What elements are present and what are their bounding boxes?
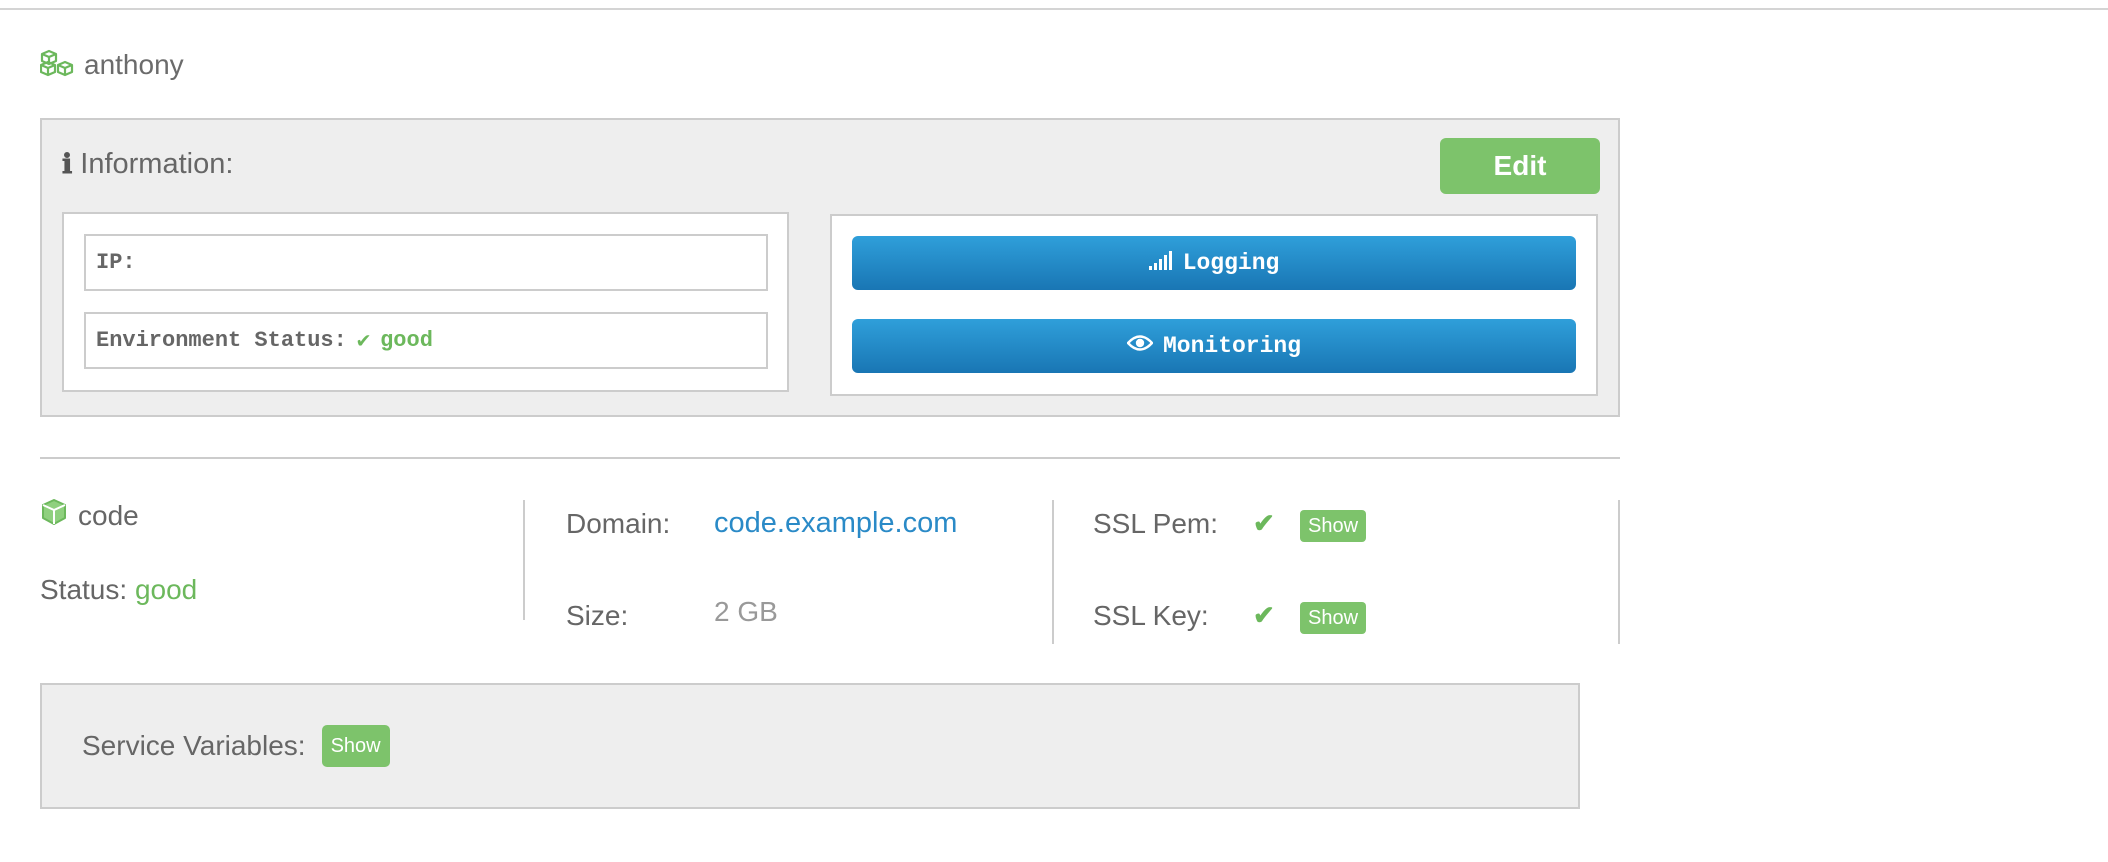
- size-value: 2 GB: [714, 596, 778, 627]
- environment-name: anthony: [84, 49, 184, 80]
- environment-header: anthony: [39, 48, 184, 82]
- column-divider: [523, 500, 525, 620]
- eye-icon: [1126, 333, 1154, 359]
- info-actions-box: Logging Monitoring: [830, 214, 1598, 396]
- size-label: Size:: [566, 600, 629, 631]
- column-divider: [1052, 500, 1054, 644]
- service-name: code: [78, 499, 139, 531]
- service-status-label: Status:: [40, 574, 128, 605]
- ssl-pem-show-button[interactable]: Show: [1300, 510, 1367, 542]
- ssl-key-show-button[interactable]: Show: [1300, 602, 1367, 634]
- service-variables-panel: Service Variables: Show: [40, 683, 1580, 809]
- service-status: Status: good: [40, 574, 197, 606]
- logging-label: Logging: [1182, 250, 1280, 276]
- domain-label: Domain:: [566, 508, 671, 539]
- ip-field: IP:: [84, 234, 768, 291]
- service-variables-label: Service Variables:: [82, 730, 306, 761]
- environment-status-field: Environment Status: ✔ good: [84, 312, 768, 369]
- information-panel: ℹ Information: Edit IP: Environment Stat…: [40, 118, 1620, 417]
- column-divider: [1618, 500, 1620, 644]
- ssl-pem-label: SSL Pem:: [1093, 508, 1219, 539]
- ip-label: IP:: [96, 250, 136, 275]
- logging-button[interactable]: Logging: [852, 236, 1576, 290]
- top-divider: [0, 8, 2108, 10]
- service-variables-show-button[interactable]: Show: [321, 725, 390, 767]
- check-icon: ✔: [1253, 508, 1275, 538]
- environment-status-label: Environment Status:: [96, 328, 347, 353]
- check-icon: ✔: [356, 328, 371, 354]
- info-icon: ℹ: [62, 149, 73, 180]
- edit-button[interactable]: Edit: [1440, 138, 1600, 194]
- service-header: code: [40, 498, 139, 533]
- environment-status-value: good: [380, 328, 433, 353]
- signal-bars-icon: [1148, 250, 1173, 277]
- information-title-text: Information:: [80, 148, 234, 180]
- service-status-value: good: [134, 574, 198, 605]
- check-icon: ✔: [1253, 600, 1275, 630]
- information-title: ℹ Information:: [62, 148, 233, 181]
- cube-icon: [40, 498, 68, 533]
- domain-link[interactable]: code.example.com: [714, 507, 957, 540]
- service-variables-row: Service Variables: Show: [82, 725, 390, 767]
- cubes-icon: [39, 49, 74, 82]
- ssl-key-label: SSL Key:: [1093, 600, 1209, 631]
- monitoring-button[interactable]: Monitoring: [852, 319, 1576, 373]
- monitoring-label: Monitoring: [1162, 333, 1302, 359]
- info-fields-box: IP: Environment Status: ✔ good: [62, 212, 789, 392]
- section-divider: [40, 457, 1620, 459]
